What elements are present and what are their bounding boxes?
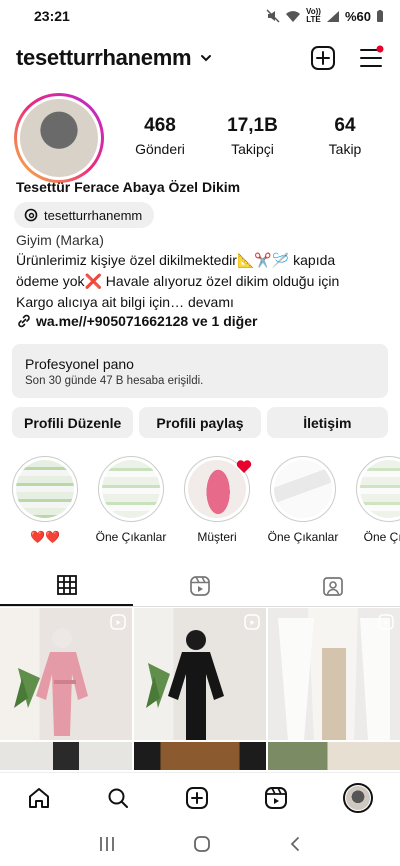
post-tile[interactable] — [0, 608, 132, 740]
story-highlights: ❤️❤️ Öne Çıkanlar Müşteri Öne Çıkanlar Ö… — [12, 456, 400, 544]
stat-following[interactable]: 64 Takip — [305, 115, 385, 157]
tab-posts-grid[interactable] — [0, 565, 134, 606]
tab-tagged[interactable] — [267, 565, 400, 606]
stat-value: 64 — [334, 115, 356, 136]
profile-category: Giyim (Marka) — [16, 232, 104, 248]
create-post-icon[interactable] — [310, 45, 336, 71]
back-icon[interactable] — [288, 836, 302, 852]
stat-label: Takipçi — [231, 141, 274, 157]
post-tile[interactable] — [0, 742, 132, 770]
highlight-item[interactable]: Öne Çıkanlar — [267, 456, 339, 544]
threads-badge[interactable]: tesetturrhanemm — [14, 202, 155, 228]
stat-posts[interactable]: 468 Gönderi — [120, 115, 200, 157]
stat-value: 17,1B — [227, 115, 278, 136]
highlight-item[interactable]: Öne Çıkanlar — [95, 456, 167, 544]
bio-link-text: wa.me//+905071662128 ve 1 diğer — [36, 313, 258, 329]
recent-apps-icon[interactable] — [98, 836, 116, 852]
create-icon[interactable] — [185, 786, 209, 810]
status-time: 23:21 — [34, 8, 70, 24]
avatar-image — [345, 785, 370, 810]
reel-icon — [110, 614, 126, 630]
post-tile[interactable] — [134, 742, 266, 770]
home-icon[interactable] — [27, 786, 51, 810]
post-tile[interactable] — [268, 742, 400, 770]
highlight-label: Öne Çıkanlar — [95, 530, 167, 544]
post-tile[interactable] — [134, 608, 266, 740]
chevron-down-icon[interactable] — [199, 51, 213, 65]
home-button-icon[interactable] — [193, 835, 211, 853]
bottom-nav — [0, 772, 400, 822]
reel-icon — [244, 614, 260, 630]
lte-label: LTE — [306, 15, 321, 24]
bio-line: Ürünlerimiz kişiye özel dikilmektedir📐✂️… — [16, 252, 336, 268]
status-bar: 23:21 Vo)) LTE %60 — [0, 0, 400, 32]
profile-nav-avatar[interactable] — [342, 782, 373, 813]
heart-icon — [236, 460, 252, 473]
profile-avatar[interactable] — [14, 93, 104, 183]
status-icons: Vo)) LTE %60 — [266, 8, 384, 24]
tab-reels[interactable] — [133, 565, 266, 606]
highlight-label: Müşteri — [197, 530, 237, 544]
threads-handle: tesetturrhanemm — [44, 207, 143, 223]
highlight-item[interactable]: Öne Çıka — [356, 456, 400, 544]
profile-display-name: Tesettür Ferace Abaya Özel Dikim — [16, 179, 241, 195]
reels-icon — [190, 575, 210, 596]
link-icon — [18, 314, 30, 328]
avatar-image — [20, 99, 98, 177]
professional-dashboard[interactable]: Profesyonel pano Son 30 günde 47 B hesab… — [12, 344, 388, 398]
highlight-cover — [360, 460, 400, 518]
battery-icon — [377, 9, 383, 22]
threads-icon — [24, 208, 38, 222]
highlight-item[interactable]: Müşteri — [184, 456, 252, 544]
bio-link[interactable]: wa.me//+905071662128 ve 1 diğer — [16, 313, 257, 329]
mute-icon — [266, 9, 280, 23]
share-profile-button[interactable]: Profili paylaş — [139, 407, 261, 438]
reels-nav-icon[interactable] — [264, 786, 288, 810]
content-tabs — [0, 565, 400, 607]
contact-button[interactable]: İletişim — [266, 407, 388, 438]
post-tile[interactable] — [268, 608, 400, 740]
highlight-label: ❤️❤️ — [30, 530, 60, 544]
highlight-item[interactable]: ❤️❤️ — [12, 456, 78, 544]
username-title[interactable]: tesetturrhanemm — [16, 45, 192, 71]
grid-icon — [56, 574, 77, 595]
search-icon[interactable] — [106, 786, 130, 810]
dashboard-title: Profesyonel pano — [25, 356, 134, 372]
highlight-label: Öne Çıka — [363, 530, 400, 544]
bio-line-more[interactable]: Kargo alıcıya ait bilgi için… devamı — [16, 292, 386, 313]
highlight-label: Öne Çıkanlar — [267, 530, 339, 544]
menu-icon[interactable] — [358, 45, 384, 71]
stat-label: Takip — [328, 141, 362, 157]
signal-icon — [326, 10, 339, 22]
bio-line: ödeme yok❌ Havale alıyoruz özel dikim ol… — [16, 273, 340, 289]
profile-actions: Profili Düzenle Profili paylaş İletişim — [12, 407, 388, 438]
highlight-cover — [102, 460, 160, 518]
highlight-cover — [274, 460, 332, 518]
wifi-icon — [286, 10, 300, 22]
battery-percent: %60 — [344, 8, 371, 24]
profile-bio: Ürünlerimiz kişiye özel dikilmektedir📐✂️… — [16, 250, 386, 313]
stat-followers[interactable]: 17,1B Takipçi — [213, 115, 293, 157]
post-grid — [0, 608, 400, 770]
stat-label: Gönderi — [135, 141, 185, 157]
edit-profile-button[interactable]: Profili Düzenle — [12, 407, 134, 438]
tagged-icon — [323, 576, 344, 596]
highlight-cover — [16, 460, 74, 518]
profile-header: tesetturrhanemm — [0, 40, 400, 76]
profile-stats: 468 Gönderi 17,1B Takipçi 64 Takip — [120, 115, 385, 157]
dashboard-subtitle: Son 30 günde 47 B hesaba erişildi. — [25, 375, 204, 387]
stat-value: 468 — [144, 115, 176, 136]
system-nav — [0, 822, 400, 866]
reel-icon — [378, 614, 394, 630]
